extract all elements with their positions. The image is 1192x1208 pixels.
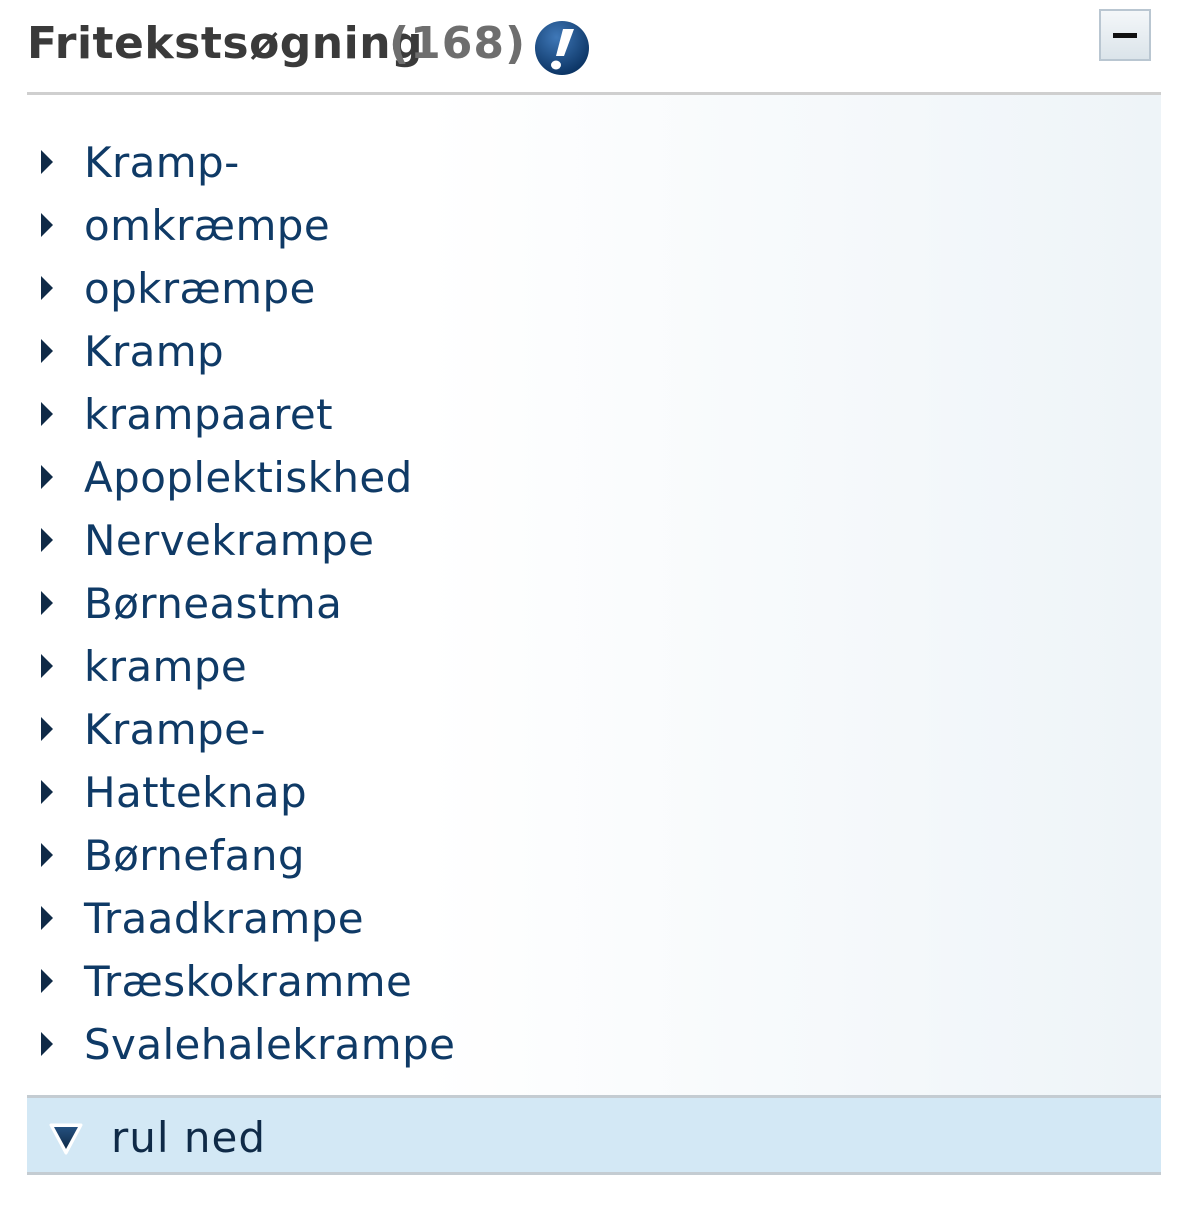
result-link[interactable]: Kramp- (84, 139, 240, 187)
result-link[interactable]: Nervekrampe (84, 517, 374, 565)
triangle-right-icon (41, 1032, 53, 1056)
panel-header: Fritekstsøgning (168) (27, 0, 1161, 95)
result-link[interactable]: omkræmpe (84, 202, 330, 250)
triangle-right-icon (41, 276, 53, 300)
result-link[interactable]: Krampe- (84, 706, 266, 754)
triangle-right-icon (41, 339, 53, 363)
scroll-down-label: rul ned (111, 1113, 267, 1162)
triangle-right-icon (41, 906, 53, 930)
result-link[interactable]: Svalehalekrampe (84, 1021, 455, 1069)
result-item[interactable]: Kramp- (27, 139, 1127, 202)
result-link[interactable]: Apoplektiskhed (84, 454, 413, 502)
triangle-right-icon (41, 969, 53, 993)
info-exclamation-icon[interactable] (534, 20, 590, 76)
result-item[interactable]: Svalehalekrampe (27, 1021, 1127, 1084)
result-link[interactable]: Børnefang (84, 832, 305, 880)
result-link[interactable]: Traadkrampe (84, 895, 364, 943)
triangle-right-icon (41, 591, 53, 615)
triangle-right-icon (41, 717, 53, 741)
result-item[interactable]: Træskokramme (27, 958, 1127, 1021)
triangle-right-icon (41, 150, 53, 174)
result-list: Kramp-omkræmpe opkræmpe Kramp krampaaret Apo… (27, 95, 1161, 1095)
result-item[interactable]: omkræmpe (27, 202, 1127, 265)
minus-icon (1113, 32, 1137, 38)
result-item[interactable]: Apoplektiskhed (27, 454, 1127, 517)
triangle-right-icon (41, 528, 53, 552)
result-item[interactable]: Kramp (27, 328, 1127, 391)
result-link[interactable]: Træskokramme (84, 958, 412, 1006)
result-link[interactable]: Hatteknap (84, 769, 307, 817)
triangle-right-icon (41, 654, 53, 678)
result-item[interactable]: opkræmpe (27, 265, 1127, 328)
freetext-search-panel: Fritekstsøgning (168) Kramp-omkræmpe opkr… (27, 0, 1161, 1175)
result-link[interactable]: opkræmpe (84, 265, 316, 313)
triangle-right-icon (41, 843, 53, 867)
result-item[interactable]: Krampe- (27, 706, 1127, 769)
result-count: (168) (389, 18, 527, 69)
triangle-right-icon (41, 465, 53, 489)
result-item[interactable]: krampaaret (27, 391, 1127, 454)
result-item[interactable]: Traadkrampe (27, 895, 1127, 958)
result-link[interactable]: krampe (84, 643, 247, 691)
result-link[interactable]: krampaaret (84, 391, 333, 439)
result-item[interactable]: Nervekrampe (27, 517, 1127, 580)
triangle-right-icon (41, 213, 53, 237)
result-item[interactable]: krampe (27, 643, 1127, 706)
result-item[interactable]: Børnefang (27, 832, 1127, 895)
result-link[interactable]: Børneastma (84, 580, 342, 628)
scroll-down-button[interactable]: rul ned (27, 1095, 1161, 1175)
panel-title: Fritekstsøgning (27, 18, 424, 69)
result-item[interactable]: Hatteknap (27, 769, 1127, 832)
result-link[interactable]: Kramp (84, 328, 224, 376)
collapse-button[interactable] (1099, 9, 1151, 61)
triangle-right-icon (41, 402, 53, 426)
triangle-right-icon (41, 780, 53, 804)
triangle-down-icon (49, 1123, 83, 1155)
result-item[interactable]: Børneastma (27, 580, 1127, 643)
